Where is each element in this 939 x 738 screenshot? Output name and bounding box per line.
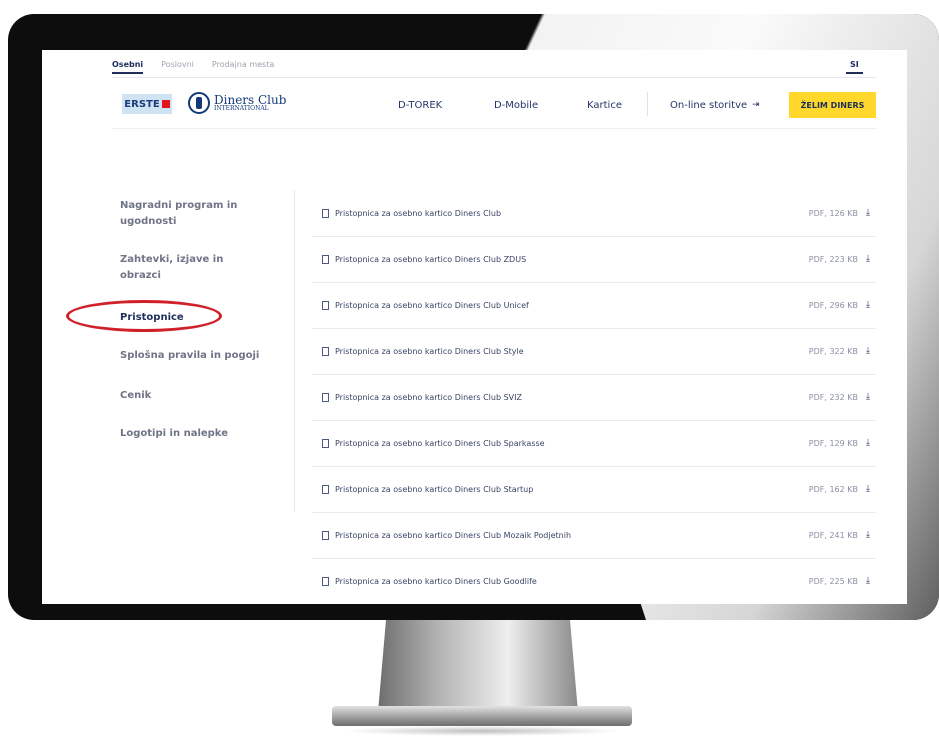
nav-d-mobile[interactable]: D-Mobile — [494, 100, 538, 111]
file-icon — [322, 254, 329, 264]
monitor-bezel: Osebni Poslovni Prodajna mesta SI ERSTE … — [8, 14, 939, 620]
segment-nav: Osebni Poslovni Prodajna mesta — [112, 60, 274, 74]
document-size: PDF, 162 KB — [808, 484, 859, 494]
zelim-diners-button[interactable]: ŽELIM DINERS — [789, 92, 876, 118]
download-icon[interactable]: ⤓ — [866, 530, 870, 540]
nav-d-torek[interactable]: D-TOREK — [398, 100, 442, 111]
diners-logo-line2: INTERNATIONAL — [214, 105, 269, 112]
document-size: PDF, 322 KB — [808, 346, 859, 356]
file-icon — [322, 438, 329, 448]
file-icon — [322, 576, 329, 586]
list-item[interactable]: Pristopnica za osebno kartico Diners Clu… — [312, 512, 876, 559]
download-icon[interactable]: ⤓ — [866, 484, 870, 494]
document-size: PDF, 225 KB — [808, 576, 859, 586]
sidebar-item-cenik[interactable]: Cenik — [120, 388, 151, 404]
document-title[interactable]: Pristopnica za osebno kartico Diners Clu… — [335, 485, 809, 494]
sidebar-item-logotipi[interactable]: Logotipi in nalepke — [120, 426, 280, 442]
document-size: PDF, 241 KB — [808, 530, 859, 540]
list-item[interactable]: Pristopnica za osebno kartico Diners Clu… — [312, 190, 876, 237]
document-size: PDF, 129 KB — [808, 438, 859, 448]
document-title[interactable]: Pristopnica za osebno kartico Diners Clu… — [335, 301, 809, 310]
language-switch[interactable]: SI — [846, 60, 863, 74]
website-screen: Osebni Poslovni Prodajna mesta SI ERSTE … — [42, 50, 907, 604]
nav-online-storitve[interactable]: On-line storitve — [670, 100, 747, 111]
file-icon — [322, 300, 329, 310]
document-size: PDF, 296 KB — [808, 300, 859, 310]
sidebar-item-splosna-pravila[interactable]: Splošna pravila in pogoji — [120, 348, 280, 364]
monitor-stand-base — [332, 706, 632, 726]
divider — [112, 77, 876, 78]
erste-logo-text: ERSTE — [124, 98, 160, 110]
content-divider — [294, 190, 295, 512]
download-icon[interactable]: ⤓ — [866, 392, 870, 402]
download-icon[interactable]: ⤓ — [866, 254, 870, 264]
erste-mark-icon — [161, 100, 170, 108]
document-size: PDF, 232 KB — [808, 392, 859, 402]
nav-kartice[interactable]: Kartice — [587, 100, 622, 111]
document-title[interactable]: Pristopnica za osebno kartico Diners Clu… — [335, 439, 809, 448]
file-icon — [322, 530, 329, 540]
diners-logo-icon — [188, 92, 210, 114]
list-item[interactable]: Pristopnica za osebno kartico Diners Clu… — [312, 558, 876, 604]
list-item[interactable]: Pristopnica za osebno kartico Diners Clu… — [312, 328, 876, 375]
file-icon — [322, 208, 329, 218]
document-title[interactable]: Pristopnica za osebno kartico Diners Clu… — [335, 531, 809, 540]
list-item[interactable]: Pristopnica za osebno kartico Diners Clu… — [312, 466, 876, 513]
tab-prodajna-mesta[interactable]: Prodajna mesta — [212, 60, 274, 74]
erste-logo[interactable]: ERSTE — [122, 94, 172, 114]
sidebar-item-zahtevki[interactable]: Zahtevki, izjave in obrazci — [120, 252, 260, 284]
document-title[interactable]: Pristopnica za osebno kartico Diners Clu… — [335, 209, 809, 218]
download-icon[interactable]: ⤓ — [866, 300, 870, 310]
tab-poslovni[interactable]: Poslovni — [161, 60, 194, 74]
list-item[interactable]: Pristopnica za osebno kartico Diners Clu… — [312, 282, 876, 329]
tab-osebni[interactable]: Osebni — [112, 60, 144, 74]
nav-separator — [647, 92, 648, 116]
download-icon[interactable]: ⤓ — [866, 346, 870, 356]
file-icon — [322, 484, 329, 494]
list-item[interactable]: Pristopnica za osebno kartico Diners Clu… — [312, 374, 876, 421]
document-title[interactable]: Pristopnica za osebno kartico Diners Clu… — [335, 577, 809, 586]
stand-shadow — [342, 726, 622, 736]
download-icon[interactable]: ⤓ — [866, 208, 870, 218]
sidebar-item-nagradni-program[interactable]: Nagradni program in ugodnosti — [120, 198, 260, 230]
list-item[interactable]: Pristopnica za osebno kartico Diners Clu… — [312, 420, 876, 467]
download-icon[interactable]: ⤓ — [866, 576, 870, 586]
monitor-stand-neck — [378, 620, 578, 712]
list-item[interactable]: Pristopnica za osebno kartico Diners Clu… — [312, 236, 876, 283]
external-link-icon: ⇥ — [752, 100, 760, 110]
download-icon[interactable]: ⤓ — [866, 438, 870, 448]
highlight-circle — [66, 300, 222, 332]
file-icon — [322, 346, 329, 356]
document-title[interactable]: Pristopnica za osebno kartico Diners Clu… — [335, 393, 809, 402]
header-divider — [112, 128, 876, 129]
file-icon — [322, 392, 329, 402]
document-title[interactable]: Pristopnica za osebno kartico Diners Clu… — [335, 255, 809, 264]
document-size: PDF, 126 KB — [808, 208, 859, 218]
document-size: PDF, 223 KB — [808, 254, 859, 264]
document-title[interactable]: Pristopnica za osebno kartico Diners Clu… — [335, 347, 809, 356]
diners-club-logo[interactable]: Diners Club INTERNATIONAL — [188, 92, 286, 114]
